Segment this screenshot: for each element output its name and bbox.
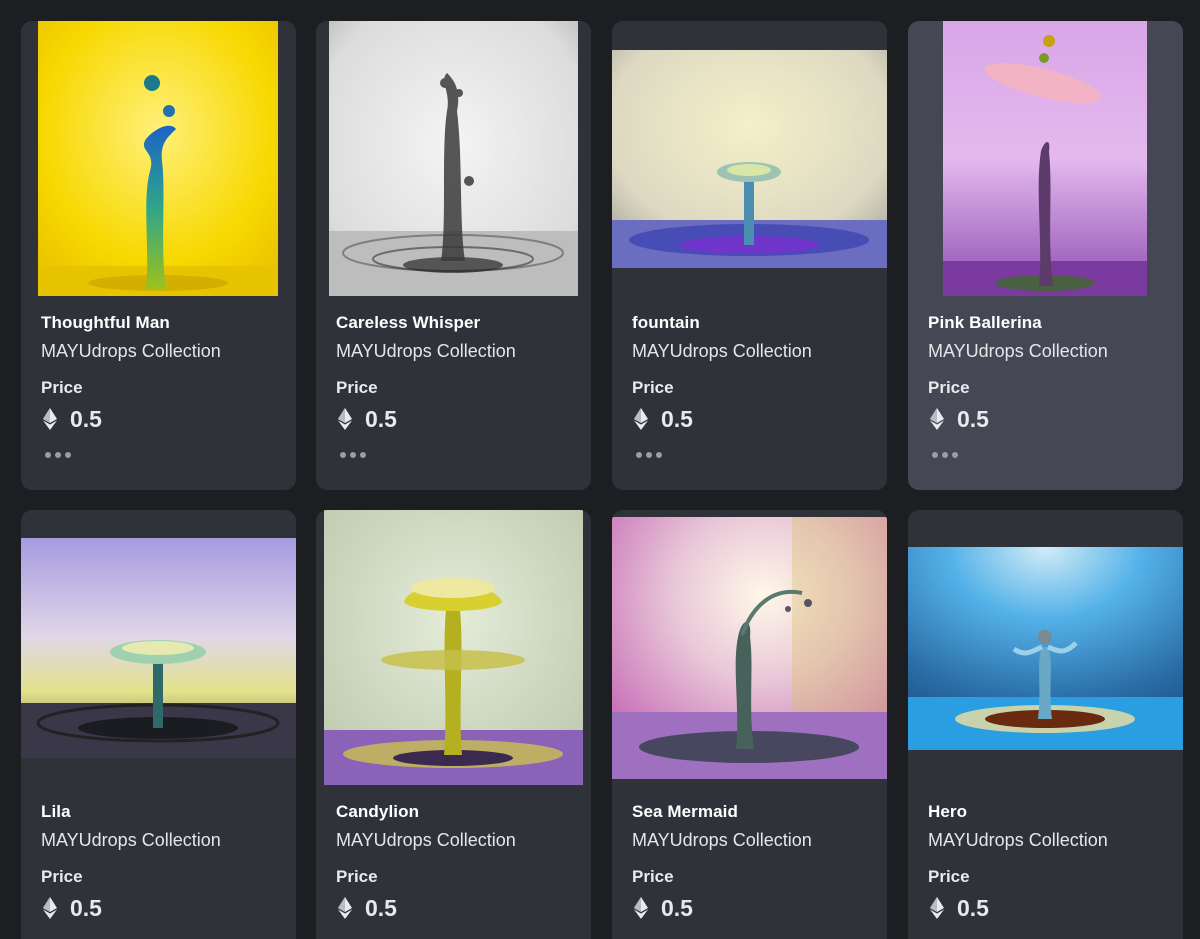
- card-title[interactable]: Hero: [928, 800, 1168, 824]
- ethereum-icon: [43, 408, 57, 430]
- artwork-image[interactable]: [324, 510, 583, 785]
- card-info: Thoughtful Man MAYUdrops Collection Pric…: [41, 311, 281, 460]
- price-value: 0.5: [365, 405, 397, 432]
- card-title[interactable]: Lila: [41, 800, 281, 824]
- ethereum-icon: [634, 897, 648, 919]
- artwork-image[interactable]: [612, 50, 887, 268]
- card-title[interactable]: Thoughtful Man: [41, 311, 281, 335]
- ethereum-icon: [43, 897, 57, 919]
- ethereum-icon: [930, 897, 944, 919]
- nft-card-hero[interactable]: Hero MAYUdrops Collection Price 0.5: [908, 510, 1183, 939]
- artwork-image[interactable]: [329, 21, 578, 296]
- nft-card-pink-ballerina[interactable]: Pink Ballerina MAYUdrops Collection Pric…: [908, 21, 1183, 490]
- artwork-container: [316, 510, 591, 785]
- price-label: Price: [41, 378, 83, 397]
- more-horizontal-icon[interactable]: [932, 450, 958, 460]
- artwork-image[interactable]: [612, 517, 887, 779]
- artwork-container: [21, 510, 296, 785]
- nft-card-careless-whisper[interactable]: Careless Whisper MAYUdrops Collection Pr…: [316, 21, 591, 490]
- card-info: Hero MAYUdrops Collection Price 0.5: [928, 800, 1168, 923]
- card-info: Sea Mermaid MAYUdrops Collection Price 0…: [632, 800, 872, 923]
- price-value: 0.5: [661, 405, 693, 432]
- price-row: 0.5: [928, 893, 1168, 923]
- price-label: Price: [632, 378, 674, 397]
- ethereum-icon: [338, 897, 352, 919]
- card-title[interactable]: Pink Ballerina: [928, 311, 1168, 335]
- price-label: Price: [336, 867, 378, 886]
- price-value: 0.5: [957, 405, 989, 432]
- price-row: 0.5: [928, 404, 1168, 434]
- artwork-image[interactable]: [21, 538, 296, 758]
- price-row: 0.5: [41, 893, 281, 923]
- price-value: 0.5: [70, 405, 102, 432]
- price-row: 0.5: [336, 404, 576, 434]
- card-info: Pink Ballerina MAYUdrops Collection Pric…: [928, 311, 1168, 460]
- collection-name[interactable]: MAYUdrops Collection: [336, 338, 576, 364]
- price-row: 0.5: [632, 404, 872, 434]
- ethereum-icon: [930, 408, 944, 430]
- artwork-container: [908, 510, 1183, 785]
- card-title[interactable]: fountain: [632, 311, 872, 335]
- collection-name[interactable]: MAYUdrops Collection: [632, 827, 872, 853]
- collection-name[interactable]: MAYUdrops Collection: [41, 338, 281, 364]
- nft-card-sea-mermaid[interactable]: Sea Mermaid MAYUdrops Collection Price 0…: [612, 510, 887, 939]
- artwork-container: [316, 21, 591, 296]
- nft-card-candylion[interactable]: Candylion MAYUdrops Collection Price 0.5: [316, 510, 591, 939]
- ethereum-icon: [338, 408, 352, 430]
- card-info: Candylion MAYUdrops Collection Price 0.5: [336, 800, 576, 923]
- artwork-container: [612, 510, 887, 785]
- price-row: 0.5: [41, 404, 281, 434]
- card-title[interactable]: Sea Mermaid: [632, 800, 872, 824]
- card-title[interactable]: Candylion: [336, 800, 576, 824]
- artwork-container: [908, 21, 1183, 296]
- price-value: 0.5: [957, 894, 989, 921]
- price-row: 0.5: [336, 893, 576, 923]
- price-value: 0.5: [365, 894, 397, 921]
- collection-name[interactable]: MAYUdrops Collection: [41, 827, 281, 853]
- price-label: Price: [41, 867, 83, 886]
- price-label: Price: [336, 378, 378, 397]
- price-label: Price: [928, 867, 970, 886]
- artwork-image[interactable]: [943, 21, 1147, 296]
- price-value: 0.5: [70, 894, 102, 921]
- price-row: 0.5: [632, 893, 872, 923]
- more-horizontal-icon[interactable]: [340, 450, 366, 460]
- more-horizontal-icon[interactable]: [636, 450, 662, 460]
- artwork-image[interactable]: [38, 21, 278, 296]
- nft-card-lila[interactable]: Lila MAYUdrops Collection Price 0.5: [21, 510, 296, 939]
- nft-card-fountain[interactable]: fountain MAYUdrops Collection Price 0.5: [612, 21, 887, 490]
- artwork-container: [21, 21, 296, 296]
- collection-name[interactable]: MAYUdrops Collection: [928, 827, 1168, 853]
- collection-name[interactable]: MAYUdrops Collection: [336, 827, 576, 853]
- ethereum-icon: [634, 408, 648, 430]
- price-value: 0.5: [661, 894, 693, 921]
- card-title[interactable]: Careless Whisper: [336, 311, 576, 335]
- artwork-image[interactable]: [908, 547, 1183, 750]
- card-info: Lila MAYUdrops Collection Price 0.5: [41, 800, 281, 923]
- more-horizontal-icon[interactable]: [45, 450, 71, 460]
- collection-name[interactable]: MAYUdrops Collection: [928, 338, 1168, 364]
- artwork-container: [612, 21, 887, 296]
- nft-card-thoughtful-man[interactable]: Thoughtful Man MAYUdrops Collection Pric…: [21, 21, 296, 490]
- price-label: Price: [632, 867, 674, 886]
- card-info: Careless Whisper MAYUdrops Collection Pr…: [336, 311, 576, 460]
- card-info: fountain MAYUdrops Collection Price 0.5: [632, 311, 872, 460]
- price-label: Price: [928, 378, 970, 397]
- collection-name[interactable]: MAYUdrops Collection: [632, 338, 872, 364]
